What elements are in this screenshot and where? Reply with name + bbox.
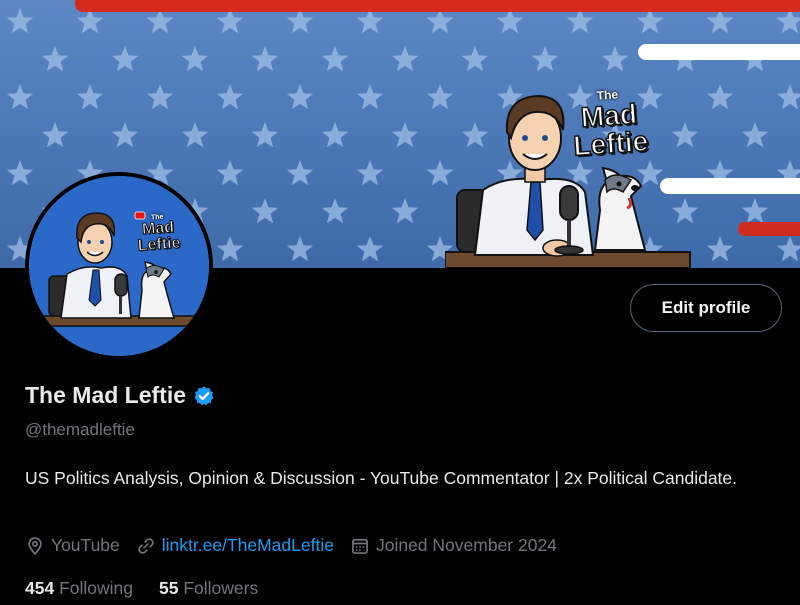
star-shape bbox=[41, 46, 69, 72]
profile-meta-row: YouTube linktr.ee/TheMadLeftie Joined No… bbox=[25, 535, 573, 556]
following-count: 454 bbox=[25, 578, 55, 598]
star-shape bbox=[286, 84, 314, 110]
star-shape bbox=[216, 160, 244, 186]
star-shape bbox=[706, 84, 734, 110]
star-shape bbox=[251, 198, 279, 224]
verified-badge-icon[interactable] bbox=[193, 385, 215, 407]
avatar-illustration bbox=[29, 176, 209, 356]
star-shape bbox=[111, 46, 139, 72]
followers-count: 55 bbox=[159, 578, 179, 598]
followers-label: Followers bbox=[183, 578, 259, 598]
star-shape bbox=[391, 198, 419, 224]
star-shape bbox=[321, 46, 349, 72]
banner-logo-line2: Leftie bbox=[572, 125, 650, 163]
profile-handle: @themadleftie bbox=[25, 420, 135, 439]
star-shape bbox=[286, 236, 314, 262]
star-shape bbox=[356, 160, 384, 186]
star-shape bbox=[776, 84, 800, 110]
star-shape bbox=[146, 84, 174, 110]
following-link[interactable]: 454 Following bbox=[25, 578, 133, 599]
star-shape bbox=[391, 46, 419, 72]
star-shape bbox=[181, 46, 209, 72]
profile-link[interactable]: linktr.ee/TheMadLeftie bbox=[162, 535, 334, 556]
calendar-icon bbox=[352, 538, 368, 554]
star-shape bbox=[531, 46, 559, 72]
star-shape bbox=[356, 84, 384, 110]
profile-avatar[interactable]: The Mad Leftie bbox=[25, 172, 213, 360]
white-stripe bbox=[638, 44, 800, 60]
star-shape bbox=[601, 46, 629, 72]
red-stripe bbox=[738, 222, 800, 236]
star-shape bbox=[461, 46, 489, 72]
star-shape bbox=[741, 122, 769, 148]
location-item: YouTube bbox=[25, 535, 120, 556]
star-shape bbox=[321, 198, 349, 224]
star-shape bbox=[41, 122, 69, 148]
star-shape bbox=[111, 122, 139, 148]
star-shape bbox=[216, 84, 244, 110]
star-shape bbox=[6, 84, 34, 110]
profile-name-row: The Mad Leftie bbox=[25, 382, 215, 409]
star-shape bbox=[356, 236, 384, 262]
following-label: Following bbox=[59, 578, 134, 598]
banner-logo: The Mad Leftie bbox=[570, 85, 650, 163]
star-shape bbox=[216, 236, 244, 262]
follow-stats: 454 Following 55 Followers bbox=[25, 578, 284, 599]
star-shape bbox=[776, 236, 800, 262]
joined-item: Joined November 2024 bbox=[350, 535, 557, 556]
star-shape bbox=[181, 122, 209, 148]
star-shape bbox=[706, 236, 734, 262]
joined-text: Joined November 2024 bbox=[375, 535, 557, 555]
star-shape bbox=[6, 8, 34, 34]
star-shape bbox=[286, 160, 314, 186]
star-shape bbox=[76, 84, 104, 110]
avatar-logo: The Mad Leftie bbox=[136, 213, 182, 255]
profile-bio: US Politics Analysis, Opinion & Discussi… bbox=[25, 468, 738, 488]
display-name: The Mad Leftie bbox=[25, 382, 187, 408]
star-shape bbox=[741, 198, 769, 224]
link-item[interactable]: linktr.ee/TheMadLeftie bbox=[136, 535, 334, 556]
location-text: YouTube bbox=[51, 535, 120, 555]
avatar-logo-line2: Leftie bbox=[137, 234, 182, 255]
star-shape bbox=[321, 122, 349, 148]
location-pin-icon bbox=[28, 536, 42, 555]
followers-link[interactable]: 55 Followers bbox=[159, 578, 258, 599]
star-shape bbox=[391, 122, 419, 148]
link-icon bbox=[138, 537, 154, 554]
red-stripe bbox=[75, 0, 800, 12]
star-shape bbox=[251, 46, 279, 72]
star-shape bbox=[251, 122, 279, 148]
edit-profile-button[interactable]: Edit profile bbox=[630, 284, 782, 332]
